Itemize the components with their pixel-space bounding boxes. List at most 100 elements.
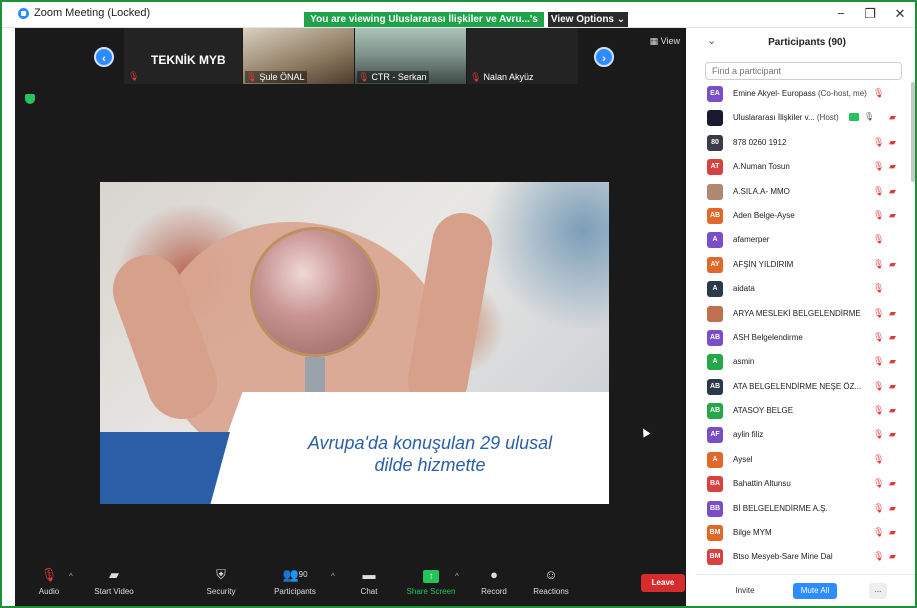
- avatar: AF: [707, 427, 723, 444]
- security-button[interactable]: ⛨ Security: [196, 566, 246, 596]
- participant-row[interactable]: A Aysel 🎙: [697, 448, 911, 472]
- participant-row[interactable]: AB ASH Belgelendirme 🎙 ▰: [697, 326, 911, 350]
- muted-microphone-icon: 🎙: [873, 258, 885, 269]
- participant-row[interactable]: Aasmin 🎙 ▰: [697, 350, 911, 374]
- slide-caption-line: dilde hizmette: [374, 455, 486, 475]
- view-button[interactable]: ▦ View: [650, 36, 680, 47]
- avatar: [707, 183, 723, 200]
- participants-options-caret[interactable]: ^: [331, 572, 335, 581]
- meeting-toolbar: 🎙 Audio ^ ▰ Start Video ⛨ Security 👥90 P…: [15, 562, 686, 606]
- video-off-icon: ▰: [889, 185, 896, 196]
- muted-mic-icon: 🎙: [128, 71, 140, 81]
- tile-label: 🎙 Şule ÖNAL: [245, 71, 308, 83]
- video-off-icon: ▰: [889, 136, 896, 147]
- participant-row[interactable]: AT A.Numan Tosun 🎙 ▰: [697, 155, 911, 179]
- muted-microphone-icon: 🎙: [873, 161, 885, 172]
- muted-microphone-icon: 🎙: [873, 234, 885, 245]
- muted-microphone-icon: 🎙: [873, 405, 885, 416]
- participant-row[interactable]: Aaidata 🎙: [697, 277, 911, 301]
- participant-row[interactable]: BM Btso Mesyeb-Sare Mine Dal 🎙 ▰: [697, 545, 911, 569]
- participant-name: ASH Belgelendirme: [733, 332, 803, 342]
- avatar: BM: [707, 525, 723, 542]
- leave-button[interactable]: Leave: [641, 574, 685, 592]
- muted-microphone-icon: 🎙: [873, 478, 885, 489]
- video-off-icon: ▰: [889, 551, 896, 562]
- next-page-button[interactable]: ›: [594, 47, 614, 67]
- participant-row[interactable]: Uluslararası İlişkiler v... (Host) 🎙 ▰: [697, 106, 911, 130]
- reactions-icon: ☺: [544, 567, 558, 582]
- participant-list-scrollbar[interactable]: [911, 82, 915, 182]
- record-icon: ●: [490, 567, 498, 582]
- reactions-button[interactable]: ☺ Reactions: [526, 566, 576, 596]
- mouse-cursor-icon: [639, 426, 651, 438]
- video-thumbnail-strip: ‹ TEKNİK MYB 🎙 🎙 Şule ÖNAL 🎙 CTR - Serkan …: [15, 28, 686, 85]
- participant-name: A.SILA.A- MMO: [733, 186, 790, 196]
- invite-button[interactable]: Invite: [731, 583, 759, 599]
- prev-page-button[interactable]: ‹: [94, 47, 114, 67]
- participant-row[interactable]: AY AFŞİN YILDIRIM 🎙 ▰: [697, 253, 911, 277]
- share-screen-button[interactable]: ↑ Share Screen: [406, 566, 456, 596]
- chat-button[interactable]: ▬ Chat: [344, 566, 394, 596]
- participant-name: Bİ BELGELENDİRME A.Ş.: [733, 503, 828, 513]
- participant-row[interactable]: AB Aden Belge-Ayse 🎙 ▰: [697, 204, 911, 228]
- audio-options-caret[interactable]: ^: [69, 572, 73, 581]
- muted-microphone-icon: 🎙: [40, 567, 58, 582]
- participant-row[interactable]: Aafamerper 🎙: [697, 228, 911, 252]
- more-options-button[interactable]: ...: [869, 583, 887, 599]
- muted-microphone-icon: 🎙: [873, 429, 885, 440]
- participant-row[interactable]: 80 878 0260 1912 🎙 ▰: [697, 131, 911, 155]
- muted-mic-icon: 🎙: [470, 72, 482, 82]
- participant-name: ATASOY BELGE: [733, 406, 794, 416]
- participant-name: AFŞİN YILDIRIM: [733, 259, 794, 269]
- participant-name: afamerper: [733, 235, 770, 245]
- minimize-icon[interactable]: −: [833, 6, 849, 22]
- avatar: BM: [707, 549, 723, 566]
- participant-row[interactable]: A.SILA.A- MMO 🎙 ▰: [697, 180, 911, 204]
- participant-name: A.Numan Tosun: [733, 162, 790, 172]
- participant-row[interactable]: ARYA MESLEKİ BELGELENDİRME 🎙 ▰: [697, 302, 911, 326]
- video-tile[interactable]: 🎙 CTR - Serkan: [355, 28, 466, 84]
- tile-label: 🎙 CTR - Serkan: [357, 71, 430, 83]
- participant-row[interactable]: AB ATA BELGELENDİRME NEŞE ÖZ... 🎙 ▰: [697, 375, 911, 399]
- video-off-icon: ▰: [889, 429, 896, 440]
- video-off-icon: ▰: [889, 405, 896, 416]
- video-off-icon: ▰: [889, 331, 896, 342]
- find-participant-input[interactable]: [705, 62, 902, 80]
- video-tile[interactable]: 🎙 Şule ÖNAL: [243, 28, 354, 84]
- view-options-button[interactable]: View Options ⌄: [548, 12, 628, 27]
- audio-button[interactable]: 🎙 Audio: [24, 566, 74, 596]
- participant-row[interactable]: AF aylin filiz 🎙 ▰: [697, 423, 911, 447]
- glass-globe-image: [250, 227, 380, 357]
- participant-name: Aysel: [733, 454, 753, 464]
- avatar: A: [707, 232, 723, 249]
- muted-microphone-icon: 🎙: [873, 185, 885, 196]
- participants-button[interactable]: 👥90 Participants: [270, 566, 320, 596]
- record-button[interactable]: ● Record: [469, 566, 519, 596]
- video-off-icon: ▰: [109, 567, 119, 582]
- muted-microphone-icon: 🎙: [873, 380, 885, 391]
- close-icon[interactable]: ✕: [892, 6, 908, 22]
- share-screen-icon: ↑: [406, 566, 456, 584]
- encryption-shield-icon[interactable]: [25, 94, 35, 104]
- participant-name: Bahattin Altunsu: [733, 479, 791, 489]
- participant-row[interactable]: BB Bİ BELGELENDİRME A.Ş. 🎙 ▰: [697, 497, 911, 521]
- video-off-icon: ▰: [889, 112, 896, 123]
- participants-panel: ⌄ Participants (90) EA Emine Akyel- Europ…: [697, 28, 917, 608]
- share-options-caret[interactable]: ^: [455, 572, 459, 581]
- title-bar: Zoom Meeting (Locked) You are viewing Ul…: [0, 0, 917, 40]
- video-tile[interactable]: TEKNİK MYB 🎙: [124, 28, 242, 84]
- meeting-view: ‹ TEKNİK MYB 🎙 🎙 Şule ÖNAL 🎙 CTR - Serkan …: [15, 28, 686, 606]
- restore-icon[interactable]: ❐: [862, 6, 878, 22]
- video-tile[interactable]: 🎙 Nalan Akyüz: [467, 28, 578, 84]
- mute-all-button[interactable]: Mute All: [793, 583, 837, 599]
- avatar: AT: [707, 159, 723, 176]
- participant-row[interactable]: BM Bilge MYM 🎙 ▰: [697, 521, 911, 545]
- participant-row[interactable]: AB ATASOY BELGE 🎙 ▰: [697, 399, 911, 423]
- participants-count: 90: [298, 570, 308, 579]
- participants-title: Participants (90): [768, 37, 846, 48]
- participant-name: Aden Belge-Ayse: [733, 210, 795, 220]
- participant-row[interactable]: BA Bahattin Altunsu 🎙 ▰: [697, 472, 911, 496]
- participant-name: ATA BELGELENDİRME NEŞE ÖZ...: [733, 381, 862, 391]
- participant-row[interactable]: EA Emine Akyel- Europass (Co-host, me) 🎙: [697, 82, 911, 106]
- start-video-button[interactable]: ▰ Start Video: [89, 566, 139, 596]
